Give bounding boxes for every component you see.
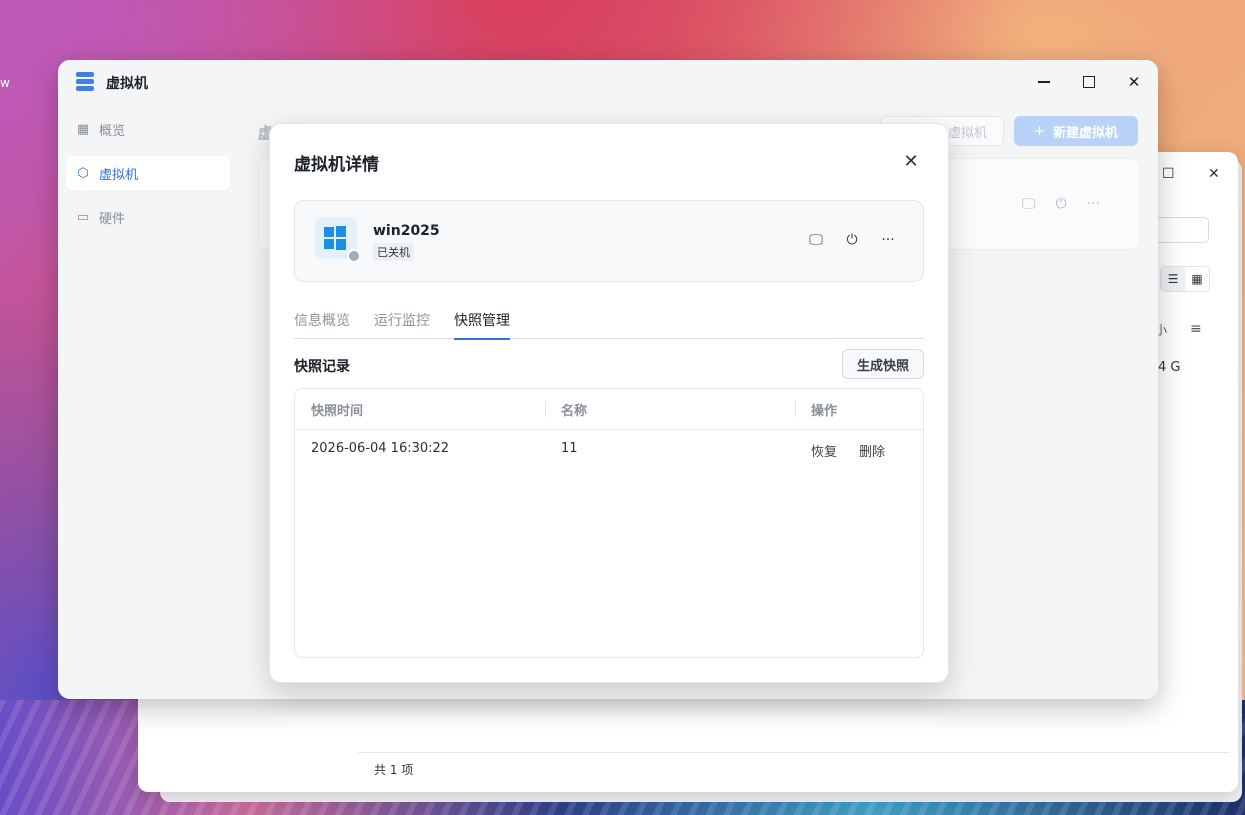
column-header-time: 快照时间 (311, 404, 364, 419)
new-vm-button[interactable]: + 新建虚拟机 (1014, 116, 1138, 146)
sidebar-item-overview[interactable]: ▦ 概览 (66, 112, 230, 146)
snapshot-time: 2026-06-04 16:30:22 (311, 441, 450, 456)
power-icon[interactable]: ⏻ (843, 231, 861, 249)
vm-card-actions: 🖵 ⏻ ··· (1022, 196, 1100, 212)
restore-link[interactable]: 恢复 (811, 441, 837, 460)
maximize-button[interactable] (1075, 70, 1103, 94)
maximize-icon (1083, 76, 1095, 88)
new-vm-label: 新建虚拟机 (1052, 125, 1118, 141)
bg-search-input[interactable] (1150, 217, 1209, 243)
minimize-icon (1038, 81, 1050, 83)
column-header-actions: 操作 (811, 404, 838, 419)
status-badge: 已关机 (373, 243, 414, 261)
bg-maximize-button[interactable]: ☐ (1162, 166, 1175, 182)
vm-details-dialog: 虚拟机详情 ✕ win2025 已关机 🖵 ⏻ ··· 信息概览 运行监控 快照… (269, 123, 949, 683)
column-divider (795, 401, 796, 417)
monitor-icon[interactable]: 🖵 (1022, 196, 1036, 212)
table-header: 快照时间 名称 操作 (295, 389, 923, 430)
section-title: 快照记录 (294, 359, 350, 375)
list-view-icon[interactable]: ☰ (1161, 267, 1185, 291)
snapshot-name: 11 (561, 441, 578, 456)
app-title: 虚拟机 (106, 76, 148, 92)
power-icon[interactable]: ⏻ (1056, 196, 1067, 212)
tab-overview[interactable]: 信息概览 (294, 310, 350, 338)
sidebar-item-label: 概览 (99, 123, 126, 139)
more-icon[interactable]: ··· (1087, 196, 1100, 212)
close-button[interactable]: ✕ (1120, 70, 1148, 94)
vm-name: win2025 (373, 223, 440, 239)
monitor-icon[interactable]: 🖵 (807, 231, 825, 249)
bg-view-toggle: ☰ ▦ (1160, 266, 1210, 292)
filter-icon[interactable]: ≡ (1190, 321, 1202, 337)
bg-close-button[interactable]: ✕ (1208, 166, 1220, 182)
disk-icon: ▭ (76, 209, 90, 225)
total-count: 共 1 项 (374, 763, 414, 777)
cube-icon: ⬡ (77, 165, 89, 181)
vm-summary: win2025 已关机 🖵 ⏻ ··· (294, 200, 924, 282)
dialog-tabs: 信息概览 运行监控 快照管理 (294, 310, 924, 340)
vm-actions: 🖵 ⏻ ··· (807, 231, 897, 249)
snapshot-table: 快照时间 名称 操作 2026-06-04 16:30:22 11 恢复 删除 (294, 388, 924, 658)
dialog-title: 虚拟机详情 (294, 155, 379, 175)
more-icon[interactable]: ··· (879, 231, 897, 249)
bg-table-footer: 共 1 项 (358, 752, 1230, 785)
desktop-edge-text: w (0, 76, 10, 90)
delete-link[interactable]: 删除 (859, 441, 885, 460)
sidebar-item-label: 硬件 (99, 211, 126, 227)
close-icon: ✕ (903, 150, 919, 172)
table-row: 2026-06-04 16:30:22 11 恢复 删除 (295, 429, 923, 469)
plus-icon: + (1034, 123, 1045, 139)
app-server-icon (76, 72, 94, 92)
title-bar: 虚拟机 ✕ (58, 60, 1158, 104)
sidebar-item-label: 虚拟机 (99, 167, 139, 183)
minimize-button[interactable] (1030, 70, 1058, 94)
sidebar-item-vms[interactable]: ⬡ 虚拟机 (66, 156, 230, 190)
sidebar-item-hardware[interactable]: ▭ 硬件 (66, 200, 230, 234)
column-divider (545, 401, 546, 417)
sidebar: ▦ 概览 ⬡ 虚拟机 ▭ 硬件 (58, 104, 238, 699)
tab-snapshots[interactable]: 快照管理 (454, 310, 510, 340)
column-header-name: 名称 (561, 404, 588, 419)
create-snapshot-button[interactable]: 生成快照 (842, 349, 924, 379)
grid-icon: ▦ (76, 121, 90, 137)
close-icon: ✕ (1127, 73, 1141, 91)
bg-size-cell: 4 G (1158, 360, 1181, 375)
grid-view-icon[interactable]: ▦ (1185, 267, 1209, 291)
tab-monitor[interactable]: 运行监控 (374, 310, 430, 338)
status-dot (347, 249, 361, 263)
dialog-close-button[interactable]: ✕ (898, 148, 924, 174)
